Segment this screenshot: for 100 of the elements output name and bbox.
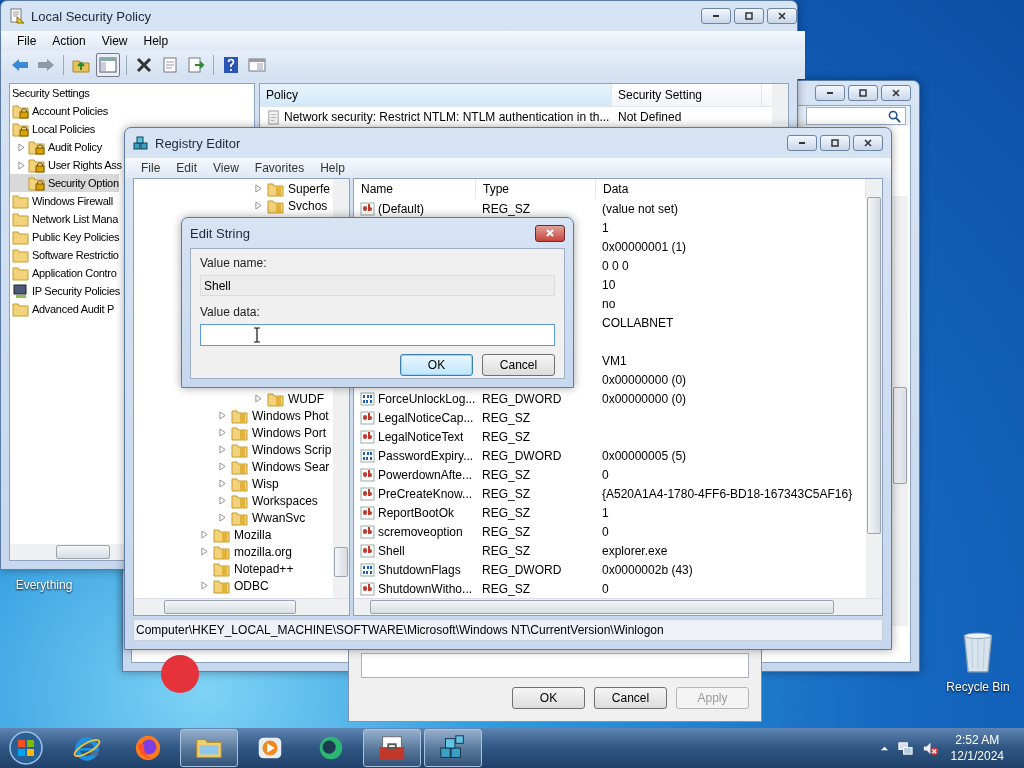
expand-arrow-icon[interactable] — [200, 547, 208, 556]
dialog-button[interactable]: OK — [512, 687, 585, 709]
menu-item[interactable]: View — [95, 34, 134, 48]
expand-arrow-icon[interactable] — [218, 513, 226, 522]
expand-arrow-icon[interactable] — [218, 496, 226, 505]
maximize-button[interactable] — [820, 135, 850, 151]
taskbar-button[interactable] — [363, 729, 421, 767]
start-button[interactable] — [8, 730, 44, 766]
tree-item[interactable]: Windows Scrip — [134, 441, 333, 458]
taskbar-button[interactable] — [424, 729, 482, 767]
export-icon[interactable] — [185, 54, 207, 76]
close-button[interactable] — [881, 85, 911, 101]
tree-item[interactable]: Windows Port — [134, 424, 333, 441]
dialog-button[interactable]: OK — [400, 354, 473, 376]
dialog-button[interactable]: Cancel — [482, 354, 555, 376]
dialog-title: Edit String — [190, 225, 250, 241]
tree-item[interactable]: Local Policies — [10, 120, 96, 138]
tree-item[interactable]: Security Settings — [10, 84, 90, 102]
tree-item[interactable]: Wisp — [134, 475, 333, 492]
menu-item[interactable]: Help — [137, 34, 175, 48]
tree-item[interactable]: WwanSvc — [134, 509, 333, 526]
tree-item[interactable]: Security Option — [10, 174, 119, 192]
expand-arrow-icon[interactable] — [254, 201, 262, 210]
tree-item[interactable]: Windows Firewall — [10, 192, 113, 210]
tree-item[interactable]: ODBC — [134, 577, 333, 594]
tree-item[interactable]: WUDF — [134, 390, 333, 407]
column-header[interactable]: Security Setting — [612, 84, 762, 106]
menu-item[interactable]: Edit — [170, 161, 204, 175]
column-header[interactable]: Type — [476, 179, 596, 199]
scrollbar[interactable] — [10, 544, 126, 560]
tree-item[interactable]: Superfe — [134, 180, 333, 197]
tree-item[interactable]: Windows Phot — [134, 407, 333, 424]
tree-item[interactable]: Network List Mana — [10, 210, 118, 228]
tree-pane-icon[interactable] — [96, 53, 120, 77]
tree-item[interactable]: Software Restrictio — [10, 246, 119, 264]
menu-item[interactable]: Action — [46, 34, 92, 48]
value-data-field[interactable] — [200, 324, 555, 346]
column-header[interactable]: Name — [354, 179, 476, 199]
locked-folder-icon — [28, 157, 46, 173]
minimize-button[interactable] — [787, 135, 817, 151]
table-cell: LegalNoticeCap... — [378, 410, 474, 425]
expand-arrow-icon[interactable] — [218, 479, 226, 488]
expand-arrow-icon[interactable] — [254, 394, 262, 403]
expand-arrow-icon[interactable] — [200, 581, 208, 590]
table-cell: 0x00000000 (0) — [602, 391, 687, 406]
search-field[interactable] — [806, 107, 906, 125]
close-button[interactable] — [535, 224, 565, 242]
menu-item[interactable]: Favorites — [248, 161, 311, 175]
taskbar-button[interactable] — [180, 729, 238, 767]
tree-item[interactable]: Windows Sear — [134, 458, 333, 475]
minimize-button[interactable] — [815, 85, 845, 101]
tree-item[interactable]: Account Policies — [10, 102, 108, 120]
menu-item[interactable]: File — [11, 34, 43, 48]
column-header[interactable]: Policy — [260, 84, 612, 106]
tree-item[interactable]: mozilla.org — [134, 543, 333, 560]
table-cell: 0x00000000 (0) — [602, 372, 687, 387]
text-area[interactable] — [361, 653, 749, 678]
menu-item[interactable]: File — [135, 161, 167, 175]
maximize-button[interactable] — [734, 8, 764, 24]
expand-arrow-icon[interactable] — [218, 411, 226, 420]
scrollbar[interactable] — [892, 196, 908, 626]
scrollbar[interactable] — [354, 598, 882, 615]
maximize-icon — [859, 89, 867, 97]
desktop-icon-label[interactable]: Recycle Bin — [946, 680, 1010, 694]
dialog-button[interactable]: Cancel — [594, 687, 667, 709]
tree-item[interactable]: Notepad++ — [134, 560, 333, 577]
minimize-button[interactable] — [701, 8, 731, 24]
tree-item[interactable]: IP Security Policies — [10, 282, 120, 300]
menu-item[interactable]: View — [207, 161, 245, 175]
value-name-field[interactable]: Shell — [200, 275, 555, 296]
tree-item[interactable]: Audit Policy — [10, 138, 102, 156]
tree-item[interactable]: Workspaces — [134, 492, 333, 509]
network-icon[interactable] — [896, 739, 914, 757]
expand-arrow-icon[interactable] — [218, 428, 226, 437]
clock-time: 2:52 AM — [955, 732, 1000, 748]
menu-item[interactable]: Help — [314, 161, 351, 175]
scrollbar[interactable] — [134, 598, 349, 615]
table-cell: PowerdownAfte... — [378, 467, 473, 482]
scrollbar[interactable] — [866, 179, 882, 598]
tree-item[interactable]: Public Key Policies — [10, 228, 120, 246]
scrollbar[interactable] — [772, 84, 788, 124]
folder-icon — [267, 390, 285, 407]
close-button[interactable] — [853, 135, 883, 151]
expand-arrow-icon[interactable] — [17, 142, 25, 152]
expand-arrow-icon[interactable] — [17, 160, 25, 170]
maximize-button[interactable] — [848, 85, 878, 101]
expand-arrow-icon[interactable] — [254, 184, 262, 193]
close-button[interactable] — [767, 8, 797, 24]
tree-item[interactable]: User Rights Ass — [10, 156, 122, 174]
expand-arrow-icon[interactable] — [218, 462, 226, 471]
expand-arrow-icon[interactable] — [218, 445, 226, 454]
tree-item[interactable]: Application Contro — [10, 264, 117, 282]
string-value-icon — [360, 200, 376, 217]
tree-item[interactable]: Svchos — [134, 197, 333, 214]
locked-folder-icon — [28, 139, 46, 155]
search-icon[interactable] — [888, 109, 901, 123]
expand-arrow-icon[interactable] — [200, 530, 208, 539]
tree-item[interactable]: Advanced Audit P — [10, 300, 115, 318]
tree-item[interactable]: Mozilla — [134, 526, 333, 543]
clock[interactable]: 2:52 AM 12/1/2024 — [946, 732, 1008, 764]
